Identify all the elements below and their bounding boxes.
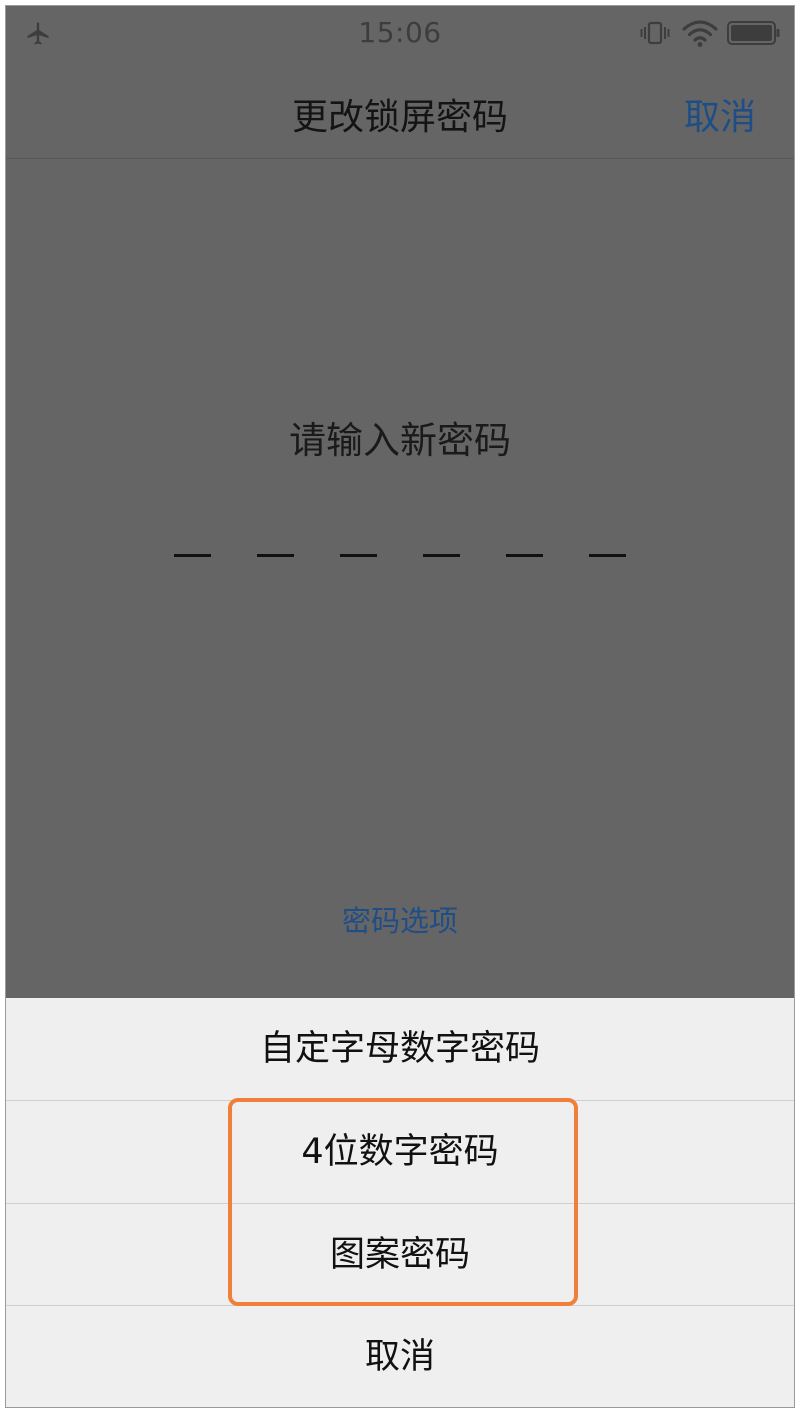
action-sheet: 自定字母数字密码 4位数字密码 图案密码 取消 <box>6 998 794 1407</box>
sheet-cancel-button[interactable]: 取消 <box>6 1306 794 1407</box>
status-bar: 15:06 <box>6 6 794 60</box>
option-4-digit[interactable]: 4位数字密码 <box>6 1101 794 1203</box>
option-custom-alphanumeric[interactable]: 自定字母数字密码 <box>6 998 794 1100</box>
phone-screen: 15:06 更改锁屏密码 取消 请输入新密码 密码选项 自定字母数字密码 4位数… <box>6 6 794 1407</box>
nav-cancel-button[interactable]: 取消 <box>684 88 756 140</box>
page-title: 更改锁屏密码 <box>291 97 508 138</box>
wifi-icon <box>682 20 718 47</box>
digit-slot <box>506 554 543 557</box>
passcode-digit-placeholders[interactable] <box>174 554 626 562</box>
vibrate-icon <box>640 21 670 45</box>
digit-slot <box>340 554 377 557</box>
status-time: 15:06 <box>358 16 442 49</box>
battery-icon <box>727 21 780 45</box>
digit-slot <box>589 554 626 557</box>
option-pattern[interactable]: 图案密码 <box>6 1204 794 1306</box>
passcode-options-link[interactable]: 密码选项 <box>6 898 794 940</box>
digit-slot <box>257 554 294 557</box>
navigation-bar: 更改锁屏密码 取消 <box>6 60 794 159</box>
passcode-prompt: 请输入新密码 <box>289 419 511 462</box>
digit-slot <box>174 554 211 557</box>
digit-slot <box>423 554 460 557</box>
